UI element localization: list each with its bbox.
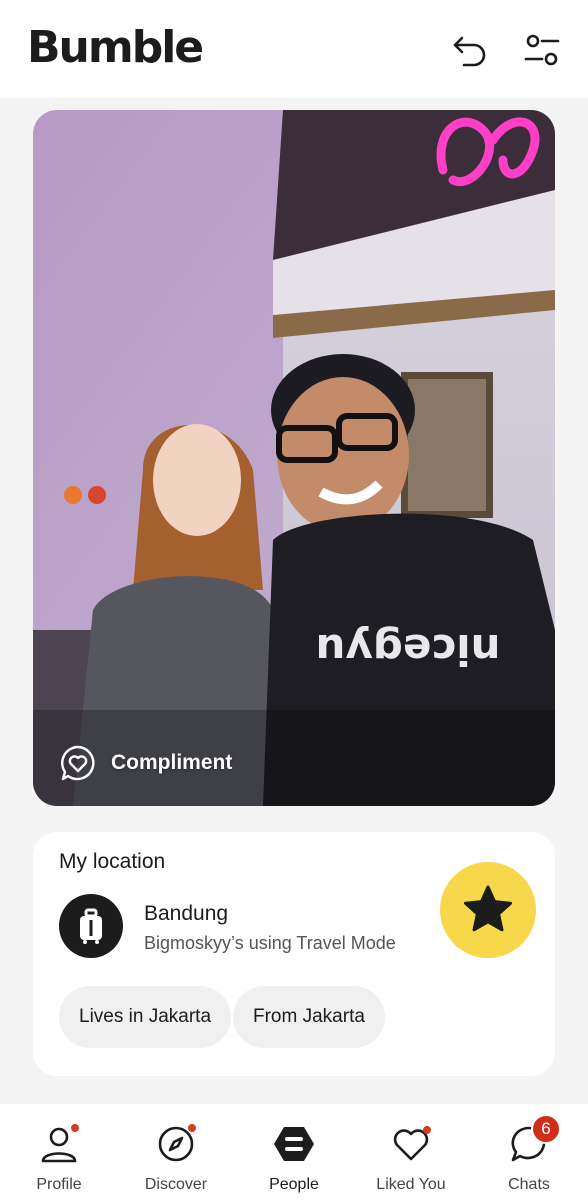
- top-bar: Bumble: [0, 0, 588, 98]
- lives-in-chip: Lives in Jakarta: [59, 986, 232, 1048]
- from-chip: From Jakarta: [233, 986, 385, 1048]
- nav-profile[interactable]: Profile: [4, 1122, 114, 1194]
- suitcase-icon: [80, 908, 102, 944]
- undo-button[interactable]: [448, 28, 492, 72]
- svg-text:nicegyu: nicegyu: [315, 625, 500, 674]
- travel-mode-text: Bigmoskyy’s using Travel Mode: [144, 933, 396, 953]
- compliment-button[interactable]: Compliment: [59, 744, 232, 782]
- nav-label-profile: Profile: [36, 1176, 82, 1193]
- notification-dot: [423, 1126, 431, 1134]
- notification-dot: [71, 1124, 79, 1132]
- couple-selfie-image: nicegyu: [33, 110, 555, 806]
- filter-sliders-icon: [524, 34, 560, 66]
- nav-chats[interactable]: 6 Chats: [474, 1114, 584, 1194]
- nav-label-people: People: [269, 1176, 319, 1193]
- location-title: My location: [59, 850, 166, 873]
- nav-liked-you[interactable]: Liked You: [356, 1122, 466, 1194]
- superswipe-button[interactable]: [440, 862, 536, 958]
- travel-mode-avatar: [59, 894, 123, 958]
- unread-badge: 6: [531, 1114, 561, 1144]
- nav-label-chats: Chats: [508, 1176, 550, 1193]
- bottom-navigation: Profile Discover People Liked You 6 Chat…: [0, 1104, 588, 1200]
- profile-photo[interactable]: nicegyu Compliment: [33, 110, 555, 806]
- nav-discover[interactable]: Discover: [121, 1122, 231, 1194]
- star-icon: [464, 885, 512, 932]
- nav-label-liked-you: Liked You: [376, 1176, 446, 1193]
- filters-button[interactable]: [520, 28, 564, 72]
- heart-speech-bubble-icon: [61, 745, 95, 781]
- nav-label-discover: Discover: [144, 1176, 208, 1193]
- location-city: Bandung: [144, 902, 229, 925]
- compliment-label: Compliment: [111, 751, 233, 774]
- undo-arrow-icon: [453, 36, 486, 67]
- nav-people[interactable]: People: [239, 1122, 349, 1194]
- notification-dot: [188, 1124, 196, 1132]
- app-logo: Bumble: [27, 22, 204, 73]
- people-icon: [274, 1127, 314, 1161]
